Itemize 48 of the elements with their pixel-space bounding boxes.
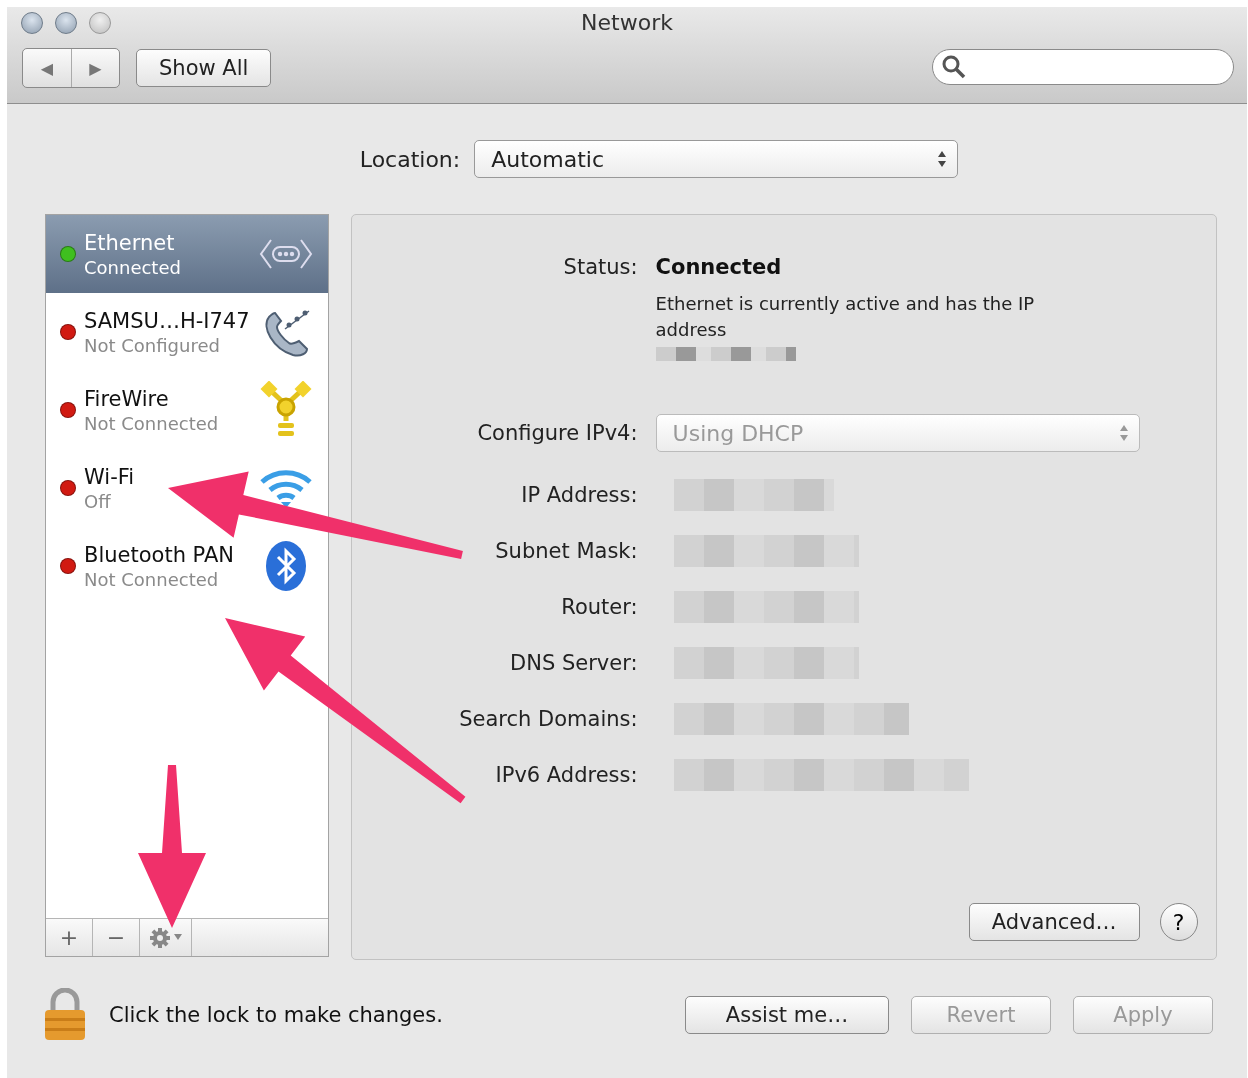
field-label: IPv6 Address: (494, 762, 638, 789)
footer-button[interactable]: Assist me… (685, 996, 889, 1034)
bluetooth-icon (263, 539, 308, 593)
status-label: Status: (562, 254, 638, 281)
close-button[interactable] (21, 12, 43, 34)
gear-icon (148, 926, 183, 949)
location-popup[interactable]: Automatic (474, 140, 959, 178)
stepper-icon (1118, 423, 1129, 443)
service-name: Ethernet (84, 230, 176, 255)
lock-icon (43, 988, 87, 1042)
service-status: Connected (84, 256, 182, 278)
service-status: Off (84, 490, 112, 512)
firewire-icon (258, 381, 313, 439)
service-item[interactable]: Ethernet Connected (46, 215, 328, 293)
status-description: Ethernet is currently active and has the IP address (655, 292, 1036, 342)
minimize-button[interactable] (55, 12, 77, 34)
zoom-button[interactable] (89, 12, 111, 34)
stepper-icon (937, 149, 948, 169)
service-item[interactable]: SAMSU…H-I747 Not Configured (46, 293, 328, 371)
search-icon (941, 54, 967, 80)
forward-button[interactable]: ▶ (71, 49, 119, 87)
service-item[interactable]: Bluetooth PAN Not Connected (46, 527, 328, 605)
status-value: Connected (655, 255, 783, 279)
service-status: Not Configured (84, 334, 221, 356)
field-label: Router: (560, 594, 638, 621)
location-label: Location: (359, 146, 461, 172)
add-button[interactable]: + (46, 919, 93, 956)
search-field[interactable] (932, 49, 1234, 85)
service-name: Wi-Fi (84, 464, 136, 489)
navigation-control[interactable]: ◀ ▶ (22, 48, 120, 88)
service-name: Bluetooth PAN (84, 542, 235, 567)
field-label: Subnet Mask: (494, 538, 638, 565)
service-status: Not Connected (84, 412, 220, 434)
advanced-button[interactable]: Advanced… (968, 903, 1140, 941)
configure-label: Configure IPv4: (476, 420, 638, 447)
service-name: SAMSU…H-I747 (84, 308, 250, 333)
field-label: IP Address: (520, 482, 638, 509)
lock-message: Click the lock to make changes. (109, 1003, 444, 1027)
service-name: FireWire (84, 386, 170, 411)
show-all-button[interactable]: Show All (136, 49, 272, 87)
field-label: DNS Server: (509, 650, 638, 677)
remove-button[interactable]: − (93, 919, 140, 956)
service-item[interactable]: FireWire Not Connected (46, 371, 328, 449)
back-button[interactable]: ◀ (23, 49, 71, 87)
service-status: Not Connected (84, 568, 220, 590)
field-label: Search Domains: (458, 706, 638, 733)
window-title: Network (581, 10, 673, 35)
help-button[interactable]: ? (1159, 903, 1198, 941)
